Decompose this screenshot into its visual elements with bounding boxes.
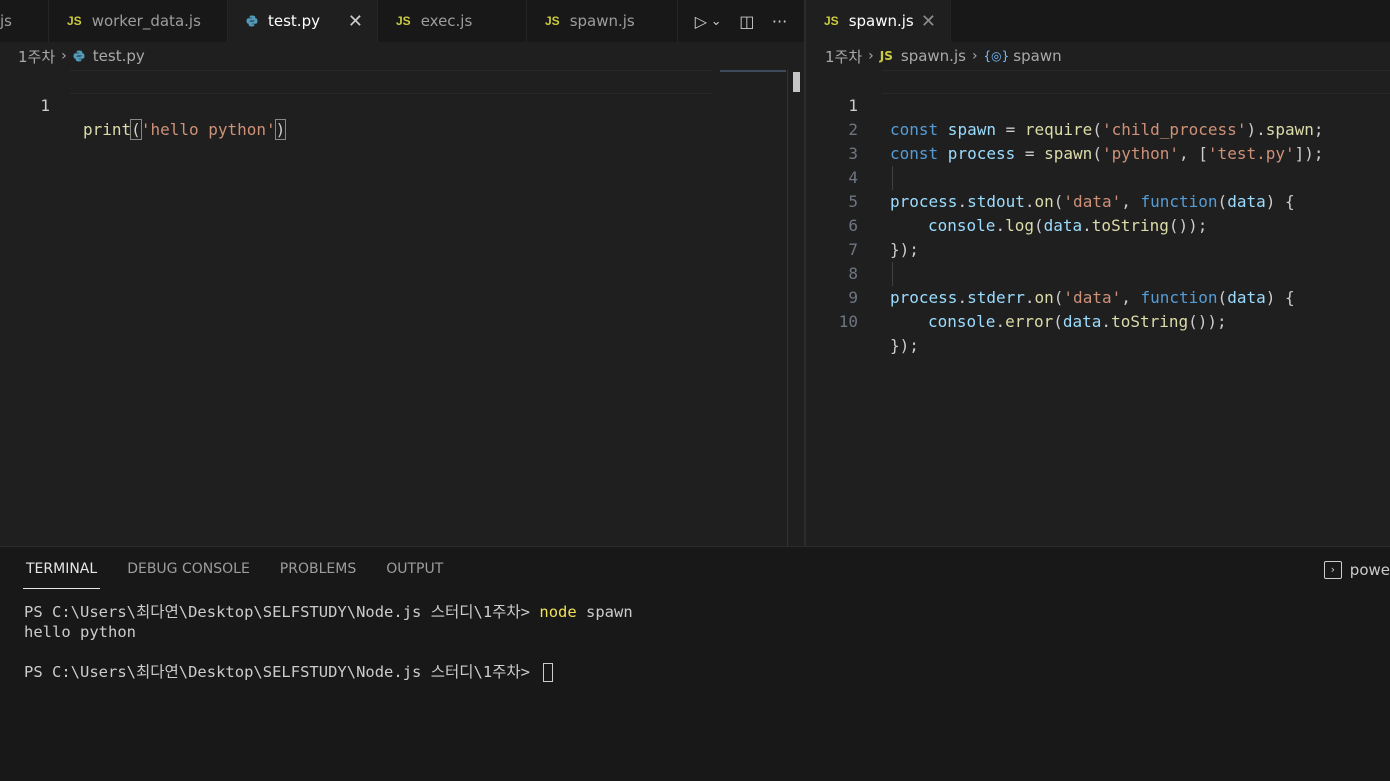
tab-output[interactable]: OUTPUT bbox=[371, 547, 458, 591]
code-line: 1 print('hello python') bbox=[0, 70, 804, 140]
code-line: 2 const process = spawn('python', ['test… bbox=[806, 94, 1390, 163]
chevron-right-icon: › bbox=[61, 48, 67, 64]
js-file-icon: JS bbox=[396, 14, 411, 28]
close-icon[interactable]: ✕ bbox=[921, 11, 936, 32]
code-text: print('hello python') bbox=[83, 119, 287, 140]
line-number: 10 bbox=[838, 312, 858, 331]
terminal-line: PS C:\Users\최다연\Desktop\SELFSTUDY\Node.j… bbox=[24, 662, 633, 682]
tab-label: exec.js bbox=[420, 12, 473, 30]
tab-exec-js[interactable]: JS exec.js bbox=[378, 0, 527, 42]
breadcrumb-symbol[interactable]: spawn bbox=[1013, 47, 1061, 65]
right-editor-group: JS spawn.js ✕ 1주차 › JS spawn.js › {◎} sp… bbox=[806, 0, 1390, 546]
tab-label: test.py bbox=[268, 12, 320, 30]
scrollbar-thumb[interactable] bbox=[793, 72, 800, 92]
panel-tabs: TERMINAL DEBUG CONSOLE PROBLEMS OUTPUT bbox=[11, 547, 458, 591]
line-number: 1 bbox=[40, 96, 50, 115]
tab-terminal[interactable]: TERMINAL bbox=[11, 547, 112, 591]
left-editor-group: js JS worker_data.js test.py ✕ JS exec.j… bbox=[0, 0, 804, 546]
code-line: 1 const spawn = require('child_process')… bbox=[806, 70, 1390, 139]
code-editor-test-py[interactable]: 1 print('hello python') bbox=[0, 70, 804, 140]
terminal-command: node bbox=[539, 603, 577, 621]
tab-label: spawn.js bbox=[848, 12, 914, 30]
minimap[interactable] bbox=[720, 70, 786, 72]
js-file-icon: JS bbox=[545, 14, 560, 28]
terminal-line: PS C:\Users\최다연\Desktop\SELFSTUDY\Node.j… bbox=[24, 602, 633, 622]
chevron-right-icon: › bbox=[971, 48, 978, 64]
terminal-prompt: PS C:\Users\최다연\Desktop\SELFSTUDY\Node.j… bbox=[24, 663, 540, 681]
js-file-icon: JS bbox=[879, 49, 893, 63]
tab-problems[interactable]: PROBLEMS bbox=[265, 547, 371, 591]
tab-test-py[interactable]: test.py ✕ bbox=[228, 0, 378, 42]
run-dropdown-icon[interactable]: ⌄ bbox=[711, 14, 722, 29]
tab-partial-js[interactable]: js bbox=[0, 0, 49, 42]
code-text: console.error(data.toString()); bbox=[928, 312, 1227, 331]
terminal-prompt: PS C:\Users\최다연\Desktop\SELFSTUDY\Node.j… bbox=[24, 603, 540, 621]
breadcrumb-folder[interactable]: 1주차 bbox=[825, 46, 862, 67]
js-file-icon: JS bbox=[824, 14, 839, 28]
terminal-argument: spawn bbox=[576, 603, 633, 621]
code-line: 8 process.stderr.on('data', function(dat… bbox=[806, 238, 1390, 307]
terminal-cursor bbox=[543, 663, 554, 682]
python-file-icon bbox=[246, 15, 258, 27]
code-text: }); bbox=[890, 336, 919, 355]
js-file-icon: JS bbox=[67, 14, 82, 28]
breadcrumb: 1주차 › test.py bbox=[18, 45, 145, 67]
vertical-scrollbar-track bbox=[787, 70, 788, 546]
breadcrumb-file[interactable]: spawn.js bbox=[901, 47, 966, 65]
code-line: 6 }); bbox=[806, 190, 1390, 259]
editor-actions: ▷ ⌄ ◫ ··· bbox=[678, 0, 804, 42]
terminal-line: hello python bbox=[24, 623, 136, 641]
breadcrumb-folder[interactable]: 1주차 bbox=[18, 46, 55, 67]
tab-label: worker_data.js bbox=[91, 12, 201, 30]
more-actions-icon[interactable]: ··· bbox=[772, 12, 787, 31]
code-line: 7 bbox=[806, 214, 1390, 259]
symbol-variable-icon: {◎} bbox=[983, 49, 1010, 63]
tab-spawn-js[interactable]: JS spawn.js ✕ bbox=[806, 0, 951, 42]
tab-label: js bbox=[0, 12, 12, 30]
bottom-panel: TERMINAL DEBUG CONSOLE PROBLEMS OUTPUT ›… bbox=[0, 546, 1390, 781]
code-line: 5 console.log(data.toString()); bbox=[806, 166, 1390, 235]
tab-debug-console[interactable]: DEBUG CONSOLE bbox=[112, 547, 265, 591]
right-tab-bar: JS spawn.js ✕ bbox=[806, 0, 1390, 42]
close-icon[interactable]: ✕ bbox=[348, 11, 363, 32]
breadcrumb-file[interactable]: test.py bbox=[93, 47, 145, 65]
code-line: 3 bbox=[806, 118, 1390, 163]
chevron-right-icon: › bbox=[868, 48, 874, 64]
code-editor-spawn-js[interactable]: 1 const spawn = require('child_process')… bbox=[806, 70, 1390, 355]
breadcrumb: 1주차 › JS spawn.js › {◎} spawn bbox=[825, 45, 1062, 67]
terminal-output[interactable]: PS C:\Users\최다연\Desktop\SELFSTUDY\Node.j… bbox=[24, 602, 633, 682]
code-line: 4 process.stdout.on('data', function(dat… bbox=[806, 142, 1390, 211]
code-line: 10 }); bbox=[806, 286, 1390, 355]
split-editor-icon[interactable]: ◫ bbox=[739, 12, 754, 31]
tab-worker-data-js[interactable]: JS worker_data.js bbox=[49, 0, 228, 42]
terminal-name: powe bbox=[1349, 561, 1390, 579]
run-icon[interactable]: ▷ bbox=[695, 12, 707, 31]
tab-spawn-js[interactable]: JS spawn.js bbox=[527, 0, 678, 42]
python-file-icon bbox=[73, 50, 85, 62]
code-line: 9 console.error(data.toString()); bbox=[806, 262, 1390, 331]
tab-label: spawn.js bbox=[569, 12, 635, 30]
terminal-icon: › bbox=[1323, 561, 1342, 579]
terminal-selector[interactable]: › powe bbox=[1323, 561, 1390, 579]
